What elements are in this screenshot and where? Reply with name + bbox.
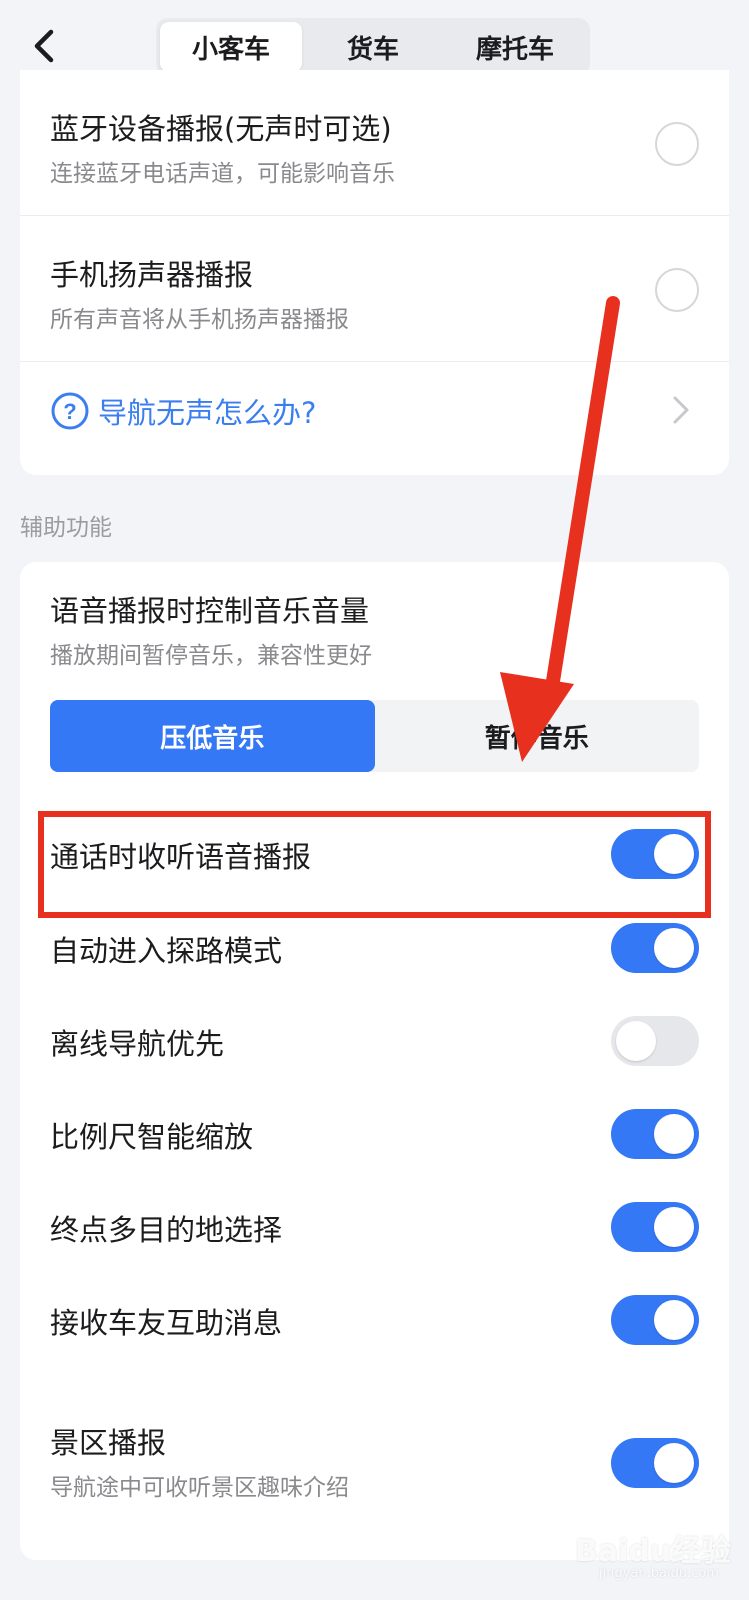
speaker-radio[interactable] (655, 268, 699, 312)
toggle-label: 终点多目的地选择 (50, 1213, 283, 1247)
toggle-knob (654, 1207, 694, 1247)
speaker-option-subtitle: 所有声音将从手机扬声器播报 (50, 307, 349, 333)
bluetooth-radio[interactable] (655, 122, 699, 166)
divider (20, 361, 729, 362)
svg-text:?: ? (63, 399, 76, 424)
scenic-broadcast-toggle[interactable] (611, 1438, 699, 1488)
toggle-label: 离线导航优先 (50, 1027, 225, 1061)
multi-destination-toggle[interactable] (611, 1202, 699, 1252)
toggle-row: 接收车友互助消息 (20, 1274, 729, 1366)
audio-output-card: 蓝牙设备播报(无声时可选) 连接蓝牙电话声道，可能影响音乐 手机扬声器播报 所有… (20, 70, 729, 475)
assist-functions-card: 语音播报时控制音乐音量 播放期间暂停音乐，兼容性更好 压低音乐 暂停音乐 通话时… (20, 562, 729, 1560)
watermark-url: jingyan.baidu.com (599, 1566, 719, 1581)
speaker-option-title: 手机扬声器播报 (50, 258, 254, 292)
bluetooth-option-subtitle: 连接蓝牙电话声道，可能影响音乐 (50, 161, 395, 187)
tab-truck[interactable]: 货车 (302, 22, 444, 72)
call-voice-broadcast-toggle[interactable] (611, 829, 699, 879)
auto-explore-mode-toggle[interactable] (611, 923, 699, 973)
back-arrow-icon (34, 29, 54, 63)
lower-music-option[interactable]: 压低音乐 (50, 700, 375, 772)
toggle-label: 接收车友互助消息 (50, 1306, 283, 1340)
toggle-knob (654, 1300, 694, 1340)
vehicle-type-tabs: 小客车 货车 摩托车 (156, 18, 590, 76)
toggle-knob (654, 1443, 694, 1483)
chevron-right-icon[interactable] (669, 392, 693, 428)
toggle-knob (616, 1021, 656, 1061)
scenic-broadcast-title: 景区播报 (50, 1426, 167, 1460)
toggle-row: 自动进入探路模式 (20, 902, 729, 994)
toggle-row: 比例尺智能缩放 (20, 1088, 729, 1180)
offline-navigation-toggle[interactable] (611, 1016, 699, 1066)
section-label: 辅助功能 (20, 515, 112, 541)
toggle-knob (654, 1114, 694, 1154)
speaker-option-row[interactable]: 手机扬声器播报 所有声音将从手机扬声器播报 (20, 216, 729, 361)
back-button[interactable] (24, 26, 64, 66)
toggle-knob (654, 928, 694, 968)
pause-music-option[interactable]: 暂停音乐 (375, 700, 700, 772)
no-sound-help-link[interactable]: ? 导航无声怎么办? (50, 390, 316, 432)
question-circle-icon: ? (51, 392, 89, 430)
scenic-broadcast-row: 景区播报 导航途中可收听景区趣味介绍 (20, 1392, 729, 1532)
scenic-broadcast-subtitle: 导航途中可收听景区趣味介绍 (50, 1475, 349, 1501)
toggle-label: 自动进入探路模式 (50, 934, 283, 968)
tab-car[interactable]: 小客车 (160, 22, 302, 72)
tab-motorcycle[interactable]: 摩托车 (444, 22, 586, 72)
help-link-text: 导航无声怎么办? (98, 396, 317, 430)
music-control-title: 语音播报时控制音乐音量 (50, 594, 370, 628)
toggle-row: 通话时收听语音播报 (20, 808, 729, 900)
toggle-label: 比例尺智能缩放 (50, 1120, 254, 1154)
music-control-selector: 压低音乐 暂停音乐 (50, 700, 699, 772)
toggle-knob (654, 834, 694, 874)
toggle-row: 终点多目的地选择 (20, 1181, 729, 1273)
music-control-subtitle: 播放期间暂停音乐，兼容性更好 (50, 643, 372, 669)
driver-help-messages-toggle[interactable] (611, 1295, 699, 1345)
toggle-label: 通话时收听语音播报 (50, 840, 312, 874)
toggle-row: 离线导航优先 (20, 995, 729, 1087)
bluetooth-option-title: 蓝牙设备播报(无声时可选) (50, 112, 392, 146)
bluetooth-option-row[interactable]: 蓝牙设备播报(无声时可选) 连接蓝牙电话声道，可能影响音乐 (20, 70, 729, 215)
smart-scale-zoom-toggle[interactable] (611, 1109, 699, 1159)
